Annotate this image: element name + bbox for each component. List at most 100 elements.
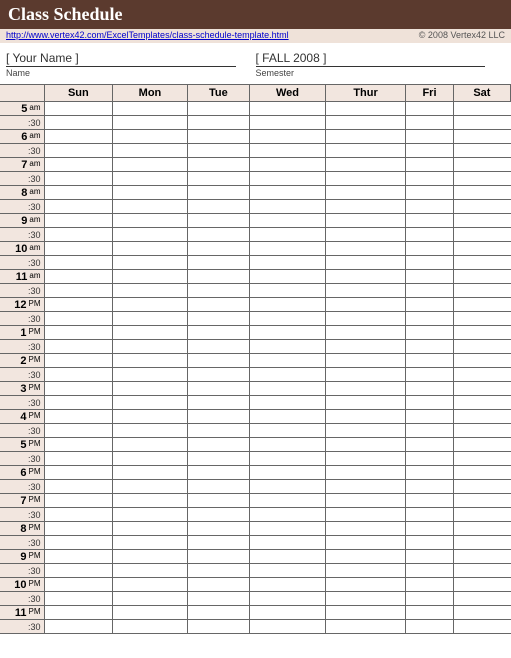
schedule-cell[interactable] [250,270,326,284]
schedule-cell[interactable] [250,410,326,424]
schedule-cell[interactable] [250,284,326,298]
schedule-cell[interactable] [406,410,454,424]
schedule-cell[interactable] [325,438,405,452]
schedule-cell[interactable] [113,438,188,452]
schedule-cell[interactable] [406,452,454,466]
schedule-cell[interactable] [250,102,326,116]
schedule-cell[interactable] [44,424,113,438]
schedule-cell[interactable] [187,340,249,354]
schedule-cell[interactable] [250,130,326,144]
schedule-cell[interactable] [325,606,405,620]
schedule-cell[interactable] [453,564,510,578]
schedule-cell[interactable] [187,200,249,214]
schedule-cell[interactable] [187,396,249,410]
schedule-cell[interactable] [187,326,249,340]
schedule-cell[interactable] [44,550,113,564]
schedule-cell[interactable] [250,200,326,214]
schedule-cell[interactable] [187,466,249,480]
schedule-cell[interactable] [187,102,249,116]
schedule-cell[interactable] [44,536,113,550]
schedule-cell[interactable] [44,116,113,130]
schedule-cell[interactable] [453,242,510,256]
schedule-cell[interactable] [406,368,454,382]
schedule-cell[interactable] [325,130,405,144]
schedule-cell[interactable] [44,438,113,452]
schedule-cell[interactable] [187,214,249,228]
schedule-cell[interactable] [453,410,510,424]
schedule-cell[interactable] [113,494,188,508]
schedule-cell[interactable] [250,564,326,578]
schedule-cell[interactable] [250,298,326,312]
schedule-cell[interactable] [406,130,454,144]
schedule-cell[interactable] [187,368,249,382]
schedule-cell[interactable] [187,186,249,200]
schedule-cell[interactable] [406,200,454,214]
schedule-cell[interactable] [406,354,454,368]
schedule-cell[interactable] [453,214,510,228]
schedule-cell[interactable] [250,326,326,340]
schedule-cell[interactable] [406,270,454,284]
schedule-cell[interactable] [453,256,510,270]
schedule-cell[interactable] [453,536,510,550]
schedule-cell[interactable] [453,578,510,592]
schedule-cell[interactable] [453,298,510,312]
schedule-cell[interactable] [250,368,326,382]
schedule-cell[interactable] [325,340,405,354]
schedule-cell[interactable] [250,340,326,354]
schedule-cell[interactable] [113,536,188,550]
schedule-cell[interactable] [325,452,405,466]
schedule-cell[interactable] [453,200,510,214]
schedule-cell[interactable] [187,158,249,172]
schedule-cell[interactable] [187,382,249,396]
schedule-cell[interactable] [250,494,326,508]
schedule-cell[interactable] [453,508,510,522]
schedule-cell[interactable] [113,508,188,522]
schedule-cell[interactable] [250,382,326,396]
schedule-cell[interactable] [44,242,113,256]
schedule-cell[interactable] [325,508,405,522]
schedule-cell[interactable] [250,620,326,634]
schedule-cell[interactable] [113,550,188,564]
schedule-cell[interactable] [325,564,405,578]
schedule-cell[interactable] [187,116,249,130]
schedule-cell[interactable] [453,130,510,144]
schedule-cell[interactable] [453,592,510,606]
schedule-cell[interactable] [113,424,188,438]
schedule-cell[interactable] [113,116,188,130]
schedule-cell[interactable] [44,592,113,606]
schedule-cell[interactable] [44,256,113,270]
schedule-cell[interactable] [113,340,188,354]
schedule-cell[interactable] [325,144,405,158]
schedule-cell[interactable] [44,522,113,536]
schedule-cell[interactable] [113,606,188,620]
schedule-cell[interactable] [325,550,405,564]
schedule-cell[interactable] [44,200,113,214]
schedule-cell[interactable] [453,172,510,186]
schedule-cell[interactable] [325,172,405,186]
schedule-cell[interactable] [325,396,405,410]
schedule-cell[interactable] [44,452,113,466]
schedule-cell[interactable] [44,186,113,200]
schedule-cell[interactable] [44,396,113,410]
schedule-cell[interactable] [406,396,454,410]
schedule-cell[interactable] [113,396,188,410]
schedule-cell[interactable] [325,578,405,592]
schedule-cell[interactable] [406,242,454,256]
schedule-cell[interactable] [113,270,188,284]
schedule-cell[interactable] [44,410,113,424]
schedule-cell[interactable] [187,144,249,158]
schedule-cell[interactable] [113,256,188,270]
schedule-cell[interactable] [406,102,454,116]
schedule-cell[interactable] [453,466,510,480]
schedule-cell[interactable] [187,256,249,270]
schedule-cell[interactable] [406,228,454,242]
schedule-cell[interactable] [406,536,454,550]
schedule-cell[interactable] [113,592,188,606]
schedule-cell[interactable] [250,354,326,368]
schedule-cell[interactable] [44,284,113,298]
schedule-cell[interactable] [250,508,326,522]
schedule-cell[interactable] [250,452,326,466]
schedule-cell[interactable] [44,102,113,116]
schedule-cell[interactable] [325,536,405,550]
schedule-cell[interactable] [406,466,454,480]
